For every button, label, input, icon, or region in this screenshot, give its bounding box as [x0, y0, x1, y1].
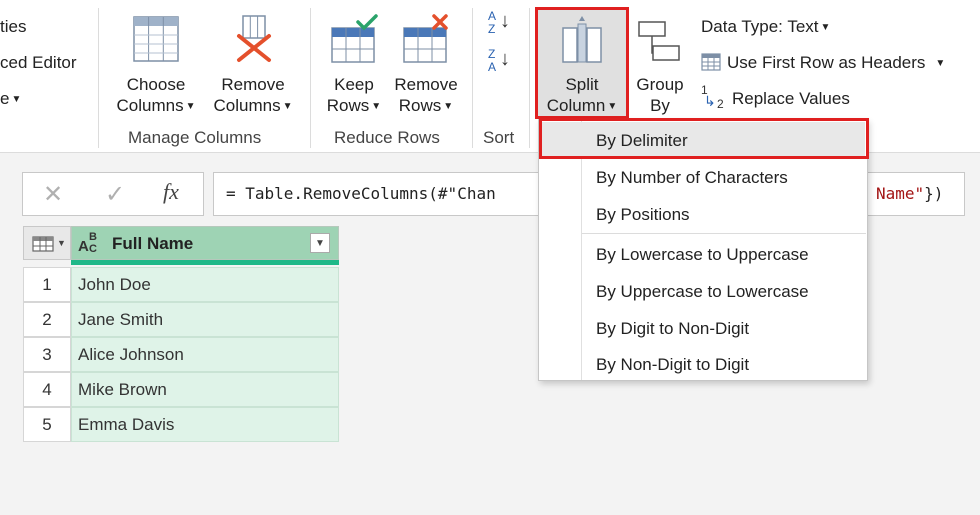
confirm-icon[interactable]: ✓	[105, 180, 125, 209]
chevron-down-icon: ▼	[185, 101, 196, 112]
use-first-row-headers-button[interactable]: Use First Row as Headers ▼	[701, 53, 945, 73]
row-number: 4	[23, 372, 71, 407]
ribbon-separator	[98, 8, 99, 148]
advanced-editor-button[interactable]: ced Editor	[0, 53, 77, 73]
group-by-line1: Group	[636, 75, 684, 94]
formula-text: = Table.RemoveColumns(#"Chan	[226, 184, 496, 203]
arrow-down-icon: ↓	[500, 48, 510, 70]
menu-gutter	[581, 120, 582, 380]
choose-columns-icon	[133, 16, 179, 62]
table-cell[interactable]: Emma Davis	[71, 407, 339, 442]
table-cell[interactable]: Jane Smith	[71, 302, 339, 337]
table-cell[interactable]: Alice Johnson	[71, 337, 339, 372]
sort-asc-bottom: Z	[488, 22, 496, 36]
group-by-line2: By	[650, 96, 670, 115]
table-headers-icon	[701, 53, 721, 71]
choose-columns-line2: Columns	[116, 96, 184, 115]
chevron-down-icon: ▼	[282, 101, 293, 112]
ribbon-separator	[529, 8, 530, 148]
ribbon-separator	[310, 8, 311, 148]
data-type-label: Data Type: Text	[701, 17, 819, 36]
keep-rows-icon	[331, 14, 378, 63]
sort-desc-bottom: A	[488, 60, 497, 74]
keep-rows-button[interactable]: Keep Rows ▼	[318, 10, 390, 118]
manage-dropdown-button[interactable]: e ▼	[0, 89, 21, 109]
table-cell[interactable]: Mike Brown	[71, 372, 339, 407]
formula-tail: Name"})	[876, 184, 943, 203]
chevron-down-icon: ▼	[371, 101, 382, 112]
cancel-icon[interactable]: ✕	[43, 180, 63, 209]
sort-desc-top: Z	[488, 47, 496, 61]
arrow-down-icon: ↓	[500, 10, 510, 32]
chevron-down-icon: ▼	[820, 22, 831, 33]
table-cell[interactable]: John Doe	[71, 267, 339, 302]
menu-item-by-lowercase-to-uppercase[interactable]: By Lowercase to Uppercase	[596, 245, 809, 265]
chevron-down-icon: ▼	[935, 58, 946, 69]
sort-ascending-button[interactable]: A Z ↓	[484, 10, 518, 44]
remove-rows-line1: Remove	[394, 75, 458, 94]
remove-rows-icon	[403, 14, 448, 63]
row-number: 3	[23, 337, 71, 372]
split-column-highlight	[535, 7, 629, 119]
chevron-down-icon: ▼	[443, 101, 454, 112]
replace-values-label: Replace Values	[732, 89, 850, 108]
column-header-full-name[interactable]: A B C Full Name ▼	[71, 226, 339, 260]
remove-columns-line1: Remove	[221, 75, 285, 94]
remove-columns-button[interactable]: Remove Columns ▼	[206, 10, 300, 118]
menu-item-by-positions[interactable]: By Positions	[596, 205, 690, 225]
column-quality-bar	[71, 260, 339, 265]
keep-rows-line1: Keep	[334, 75, 374, 94]
row-number: 2	[23, 302, 71, 337]
group-by-button[interactable]: Group By	[630, 10, 690, 118]
use-first-row-label: Use First Row as Headers	[727, 53, 926, 72]
properties-button[interactable]: ties	[0, 17, 26, 37]
menu-separator	[582, 233, 866, 234]
menu-item-by-non-digit-to-digit[interactable]: By Non-Digit to Digit	[596, 355, 749, 375]
chevron-down-icon: ▼	[57, 238, 66, 248]
group-label-manage-columns: Manage Columns	[128, 128, 262, 147]
keep-rows-line2: Rows	[326, 96, 370, 115]
replace-values-button[interactable]: 1 ↳ 2 Replace Values	[701, 83, 850, 111]
row-number: 5	[23, 407, 71, 442]
table-icon	[32, 236, 54, 252]
formula-tail-close: })	[924, 184, 944, 203]
text-type-icon[interactable]: A B C	[78, 231, 114, 257]
group-label-reduce-rows: Reduce Rows	[334, 128, 440, 147]
by-delimiter-highlight	[539, 118, 869, 159]
menu-item-by-uppercase-to-lowercase[interactable]: By Uppercase to Lowercase	[596, 282, 809, 302]
sort-descending-button[interactable]: Z A ↓	[484, 48, 518, 82]
menu-item-by-number-of-characters[interactable]: By Number of Characters	[596, 168, 788, 188]
ribbon-separator	[472, 8, 473, 148]
group-label-sort: Sort	[483, 128, 515, 147]
column-filter-button[interactable]: ▼	[310, 233, 330, 253]
data-grid: ▼ A B C Full Name ▼ 1 John Doe 2 Jane Sm…	[23, 226, 339, 442]
choose-columns-button[interactable]: Choose Columns ▼	[106, 10, 206, 118]
remove-columns-line2: Columns	[213, 96, 281, 115]
formula-tail-string: Name"	[876, 184, 925, 203]
data-type-dropdown[interactable]: Data Type: Text ▼	[701, 17, 830, 37]
remove-rows-button[interactable]: Remove Rows ▼	[390, 10, 462, 118]
row-number: 1	[23, 267, 71, 302]
remove-rows-line2: Rows	[398, 96, 442, 115]
sort-asc-top: A	[488, 9, 497, 23]
menu-item-by-digit-to-non-digit[interactable]: By Digit to Non-Digit	[596, 319, 749, 339]
column-header-label: Full Name	[112, 234, 194, 253]
group-by-icon	[638, 21, 680, 61]
replace-arrow-icon: ↳	[704, 93, 716, 109]
formula-bar-controls: ✕ ✓ fx	[22, 172, 204, 216]
remove-columns-icon	[237, 15, 271, 62]
fx-icon[interactable]: fx	[163, 179, 179, 205]
replace-values-num2: 2	[717, 97, 724, 111]
table-menu-button[interactable]: ▼	[23, 226, 71, 260]
choose-columns-line1: Choose	[126, 75, 186, 94]
